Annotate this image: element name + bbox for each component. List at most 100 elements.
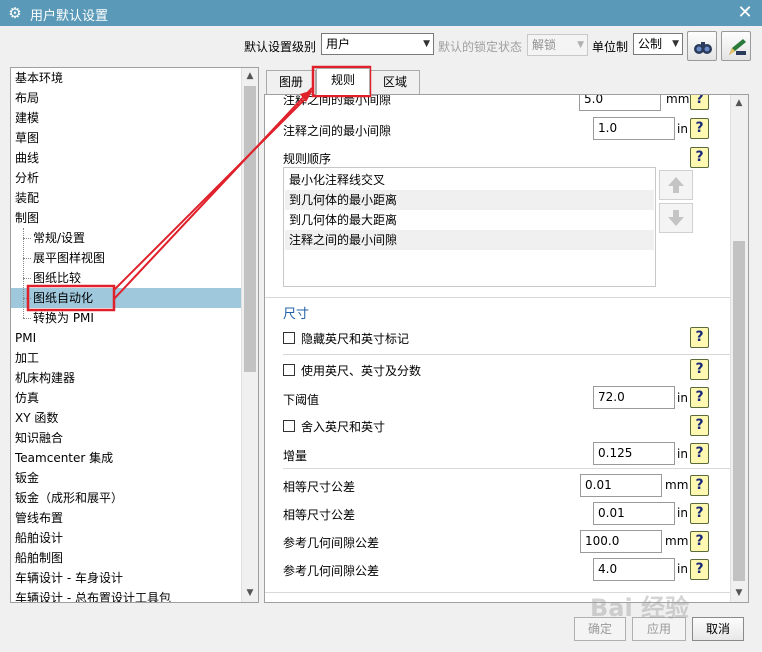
tree-item[interactable]: 布局 [11,88,241,108]
rule-order-list[interactable]: 最小化注释线交叉 到几何体的最小距离 到几何体的最大距离 注释之间的最小间隙 [283,167,656,287]
tree-item[interactable]: XY 函数 [11,408,241,428]
unit-label: mm [666,94,690,106]
tree-item[interactable]: 分析 [11,168,241,188]
tree-item-label: 车辆设计 - 车身设计 [15,571,123,585]
tree-item[interactable]: 管线布置 [11,508,241,528]
min-gap-in-input[interactable]: 1.0 [593,117,675,140]
tree-item-label: 钣金 [15,471,40,485]
increment-label: 增量 [283,449,308,463]
tree-item-label: 建模 [15,111,40,125]
arrow-down-icon [668,210,684,226]
manage-button[interactable] [721,31,751,61]
rules-scrollbar[interactable]: ▲ ▼ [730,95,748,602]
tree-item[interactable]: 图纸比较 [11,268,241,288]
tree-item[interactable]: 船舶制图 [11,548,241,568]
tree-item[interactable]: 草图 [11,128,241,148]
units-select[interactable]: 公制 ▼ [633,33,683,55]
tree-item[interactable]: 基本环境 [11,68,241,88]
tree-item[interactable]: 车辆设计 - 总布置设计工具包 [11,588,241,602]
tree-item-label: 基本环境 [15,71,64,85]
tab-rules[interactable]: 规则 [316,68,370,95]
category-tree[interactable]: 基本环境布局建模草图曲线 分析 装配 制图常规/设置展平图样视图 图纸比较图纸自动化转换… [10,67,259,603]
list-item[interactable]: 最小化注释线交叉 [285,170,654,190]
ref-gap-in-input[interactable]: 4.0 [593,558,675,581]
equal-tol-mm-label: 相等尺寸公差 [283,480,356,494]
round-imperial-label: 舍入英尺和英寸 [301,420,386,434]
units-select-value: 公制 [638,37,663,51]
tree-item[interactable]: 图纸自动化 [11,288,241,308]
help-icon[interactable]: ? [690,118,709,139]
tree-item[interactable]: 建模 [11,108,241,128]
scroll-up-icon[interactable]: ▲ [242,68,258,85]
cancel-button[interactable]: 取消 [692,617,744,641]
tree-item-label: 图纸自动化 [33,291,94,305]
tree-item[interactable]: Teamcenter 集成 [11,448,241,468]
pencil-icon [729,39,746,55]
help-icon[interactable]: ? [690,443,709,464]
scroll-thumb[interactable] [244,86,256,372]
tree-item[interactable]: 仿真 [11,388,241,408]
help-icon[interactable]: ? [690,95,709,110]
scroll-up-icon[interactable]: ▲ [731,95,747,112]
tree-item-label: 草图 [15,131,40,145]
tree-item[interactable]: 钣金（成形和展平） [11,488,241,508]
tree-item[interactable]: 船舶设计 [11,528,241,548]
list-item[interactable]: 到几何体的最小距离 [285,190,654,210]
min-gap-mm-input[interactable]: 5.0 [579,95,661,111]
tree-item-label: 船舶设计 [15,531,64,545]
tree-item[interactable]: 加工 [11,348,241,368]
equal-tol-in-input[interactable]: 0.01 [593,502,675,525]
help-icon[interactable]: ? [690,387,709,408]
tree-item-label: 机床构建器 [15,371,76,385]
equal-tol-mm-input[interactable]: 0.01 [580,474,662,497]
ref-gap-in-label: 参考几何间隙公差 [283,564,380,578]
use-fraction-checkbox[interactable] [283,364,295,376]
tree-item[interactable]: 曲线 [11,148,241,168]
help-icon[interactable]: ? [690,475,709,496]
binoculars-icon [694,42,712,54]
tree-item-label: PMI [15,331,37,345]
tree-scrollbar[interactable]: ▲ ▼ [241,68,258,602]
round-imperial-checkbox[interactable] [283,420,295,432]
tab-region[interactable]: 区域 [370,70,420,95]
tree-item[interactable]: 车辆设计 - 车身设计 [11,568,241,588]
scroll-thumb[interactable] [733,241,745,581]
tree-item[interactable]: 常规/设置 [11,228,241,248]
move-down-button[interactable] [659,203,693,233]
min-gap-in-label: 注释之间的最小间隙 [283,124,392,138]
scroll-down-icon[interactable]: ▼ [731,585,747,602]
level-select[interactable]: 用户 ▼ [321,33,434,55]
tab-atlas[interactable]: 图册 [266,70,316,95]
help-icon[interactable]: ? [690,559,709,580]
hide-imperial-checkbox[interactable] [283,332,295,344]
help-icon[interactable]: ? [690,147,709,168]
tree-item[interactable]: 转换为 PMI [11,308,241,328]
tree-item-label: 转换为 PMI [33,311,94,325]
tree-item[interactable]: 制图 [11,208,241,228]
tree-item[interactable]: 展平图样视图 [11,248,241,268]
ref-gap-mm-input[interactable]: 100.0 [580,530,662,553]
tree-item-label: 常规/设置 [33,231,86,245]
help-icon[interactable]: ? [690,503,709,524]
help-icon[interactable]: ? [690,531,709,552]
section-title: 尺寸 [283,307,310,322]
increment-input[interactable]: 0.125 [593,442,675,465]
find-button[interactable] [687,31,717,61]
help-icon[interactable]: ? [690,327,709,348]
list-item[interactable]: 到几何体的最大距离 [285,210,654,230]
tree-item[interactable]: 钣金 [11,468,241,488]
tree-item[interactable]: 机床构建器 [11,368,241,388]
list-item[interactable]: 注释之间的最小间隙 [285,230,654,250]
tree-item[interactable]: 装配 [11,188,241,208]
help-icon[interactable]: ? [690,359,709,380]
tree-item[interactable]: 知识融合 [11,428,241,448]
units-label: 单位制 [592,40,629,54]
lower-threshold-input[interactable]: 72.0 [593,386,675,409]
tree-item[interactable]: PMI [11,328,241,348]
scroll-down-icon[interactable]: ▼ [242,585,258,602]
window-title: 用户默认设置 [30,9,109,24]
help-icon[interactable]: ? [690,415,709,436]
move-up-button[interactable] [659,170,693,200]
close-icon[interactable]: ✕ [734,2,756,24]
lock-select[interactable]: 解锁 ▼ [527,34,588,56]
